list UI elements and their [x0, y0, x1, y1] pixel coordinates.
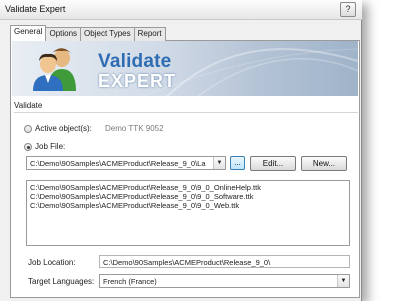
tab-object-types[interactable]: Object Types [80, 27, 135, 41]
tab-general[interactable]: General [10, 25, 47, 41]
job-location-label: Job Location: [28, 258, 76, 267]
list-item[interactable]: C:\Demo\90Samples\ACMEProduct\Release_9_… [30, 183, 346, 192]
tab-strip: General Options Object Types Report [10, 25, 166, 41]
list-item[interactable]: C:\Demo\90Samples\ACMEProduct\Release_9_… [30, 192, 346, 201]
job-file-radio[interactable] [24, 143, 32, 151]
list-item[interactable]: C:\Demo\90Samples\ACMEProduct\Release_9_… [30, 201, 346, 210]
chevron-down-icon[interactable]: ▼ [213, 157, 225, 169]
job-files-list[interactable]: C:\Demo\90Samples\ACMEProduct\Release_9_… [26, 180, 350, 246]
help-button[interactable]: ? [340, 2, 356, 17]
tab-options[interactable]: Options [45, 27, 82, 41]
tab-report[interactable]: Report [133, 27, 166, 41]
chevron-down-icon[interactable]: ▼ [337, 275, 349, 287]
people-icon [33, 48, 76, 91]
edit-button[interactable]: Edit... [250, 156, 296, 171]
job-file-path: C:\Demo\90Samples\ACMEProduct\Release_9_… [30, 159, 206, 168]
window-title: Validate Expert [5, 4, 66, 14]
new-button[interactable]: New... [301, 156, 347, 171]
validate-section-label: Validate [14, 101, 43, 110]
logo-text-validate: Validate [98, 51, 172, 72]
logo-text-expert: EXPERT [98, 71, 177, 91]
browse-button[interactable]: ... [230, 156, 245, 170]
active-objects-label: Active object(s): [35, 124, 92, 133]
job-file-label: Job File: [35, 142, 66, 151]
target-languages-value: French (France) [103, 277, 157, 286]
validate-expert-dialog: Validate Expert ? General Options Object… [0, 0, 362, 301]
job-file-combo[interactable]: C:\Demo\90Samples\ACMEProduct\Release_9_… [26, 156, 226, 170]
title-bar: Validate Expert ? [0, 0, 362, 20]
active-objects-radio[interactable] [24, 125, 32, 133]
section-divider [14, 112, 358, 113]
active-objects-value: Demo TTK 9052 [105, 124, 164, 133]
job-location-field[interactable]: C:\Demo\90Samples\ACMEProduct\Release_9_… [99, 255, 350, 268]
target-languages-select[interactable]: French (France) ▼ [99, 274, 350, 288]
target-languages-label: Target Languages: [28, 277, 95, 286]
product-banner: Validate EXPERT [12, 41, 358, 96]
